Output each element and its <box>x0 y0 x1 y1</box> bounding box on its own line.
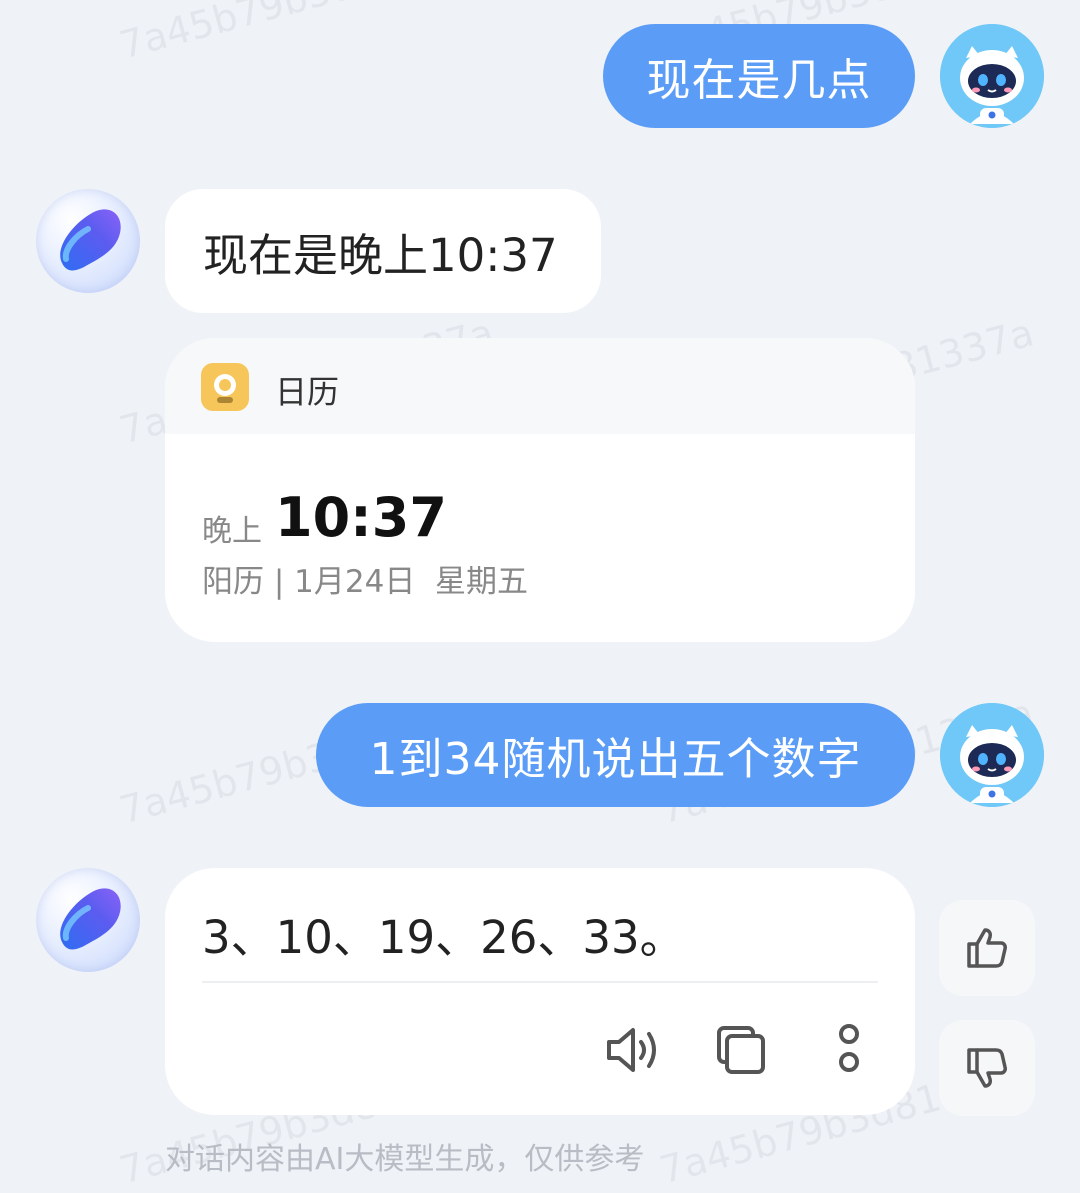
ai-orb-icon <box>60 888 121 950</box>
user-avatar[interactable] <box>940 703 1044 807</box>
copy-icon <box>717 1026 765 1074</box>
calendar-icon <box>201 363 249 411</box>
ai-orb-icon <box>60 209 121 271</box>
assistant-avatar <box>36 189 140 293</box>
assistant-avatar <box>36 868 140 972</box>
user-message-bubble[interactable]: 现在是几点 <box>603 24 915 128</box>
ai-disclaimer: 对话内容由AI大模型生成，仅供参考 <box>165 1142 645 1177</box>
assistant-message-bubble[interactable]: 3、10、19、26、33。 <box>165 868 915 1115</box>
assistant-message-text: 现在是晚上10:37 <box>203 228 558 282</box>
robot-avatar-icon <box>940 703 1044 807</box>
copy-button[interactable] <box>715 1024 767 1076</box>
calendar-card[interactable]: 日历 晚上 10:37 阳历 | 1月24日 星期五 <box>165 338 915 642</box>
assistant-message-bubble[interactable]: 现在是晚上10:37 <box>165 189 601 313</box>
user-message-text: 现在是几点 <box>646 55 872 106</box>
more-icon <box>839 1024 859 1072</box>
thumbs-up-button[interactable] <box>939 900 1035 996</box>
user-message-bubble[interactable]: 1到34随机说出五个数字 <box>316 703 915 807</box>
time-period-label: 晚上 <box>202 514 262 549</box>
speaker-icon <box>607 1028 656 1072</box>
watermark: 7a45b79b3d81337a <box>115 0 498 68</box>
divider <box>202 981 878 983</box>
speaker-button[interactable] <box>603 1024 663 1076</box>
calendar-app-name: 日历 <box>275 373 340 411</box>
assistant-message-text: 3、10、19、26、33。 <box>202 911 685 964</box>
thumbs-up-icon <box>967 928 1007 968</box>
user-avatar[interactable] <box>940 24 1044 128</box>
thumbs-down-icon <box>967 1048 1007 1088</box>
thumbs-down-button[interactable] <box>939 1020 1035 1116</box>
user-message-text: 1到34随机说出五个数字 <box>369 734 862 785</box>
robot-avatar-icon <box>940 24 1044 128</box>
calendar-date-line: 阳历 | 1月24日 星期五 <box>202 564 529 600</box>
more-options-button[interactable] <box>829 1022 869 1078</box>
calendar-time: 10:37 <box>275 486 447 549</box>
